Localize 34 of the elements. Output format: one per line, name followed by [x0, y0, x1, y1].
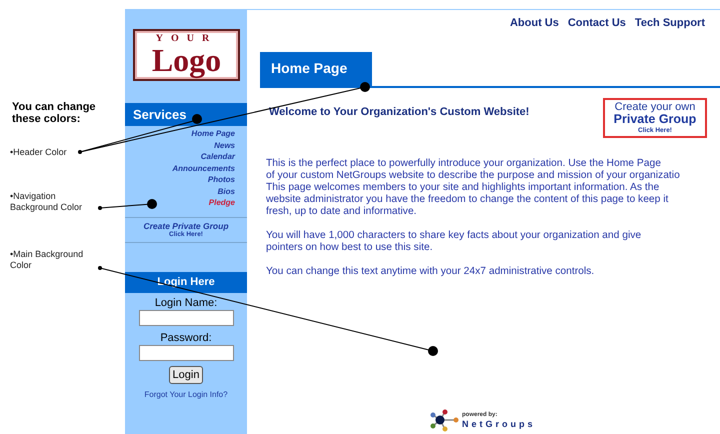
nav-link[interactable]: Pledge — [208, 198, 235, 208]
top-nav-link[interactable]: Contact Us — [568, 15, 626, 32]
login-button[interactable]: Login — [168, 366, 204, 384]
leader-line — [98, 199, 157, 210]
login-header: Login Here — [125, 272, 247, 292]
promo-title: Create Private Group — [143, 220, 229, 230]
field-label: Password: — [160, 332, 212, 344]
nav-link[interactable]: Bios — [218, 186, 235, 197]
nav-link[interactable]: Home Page — [191, 129, 235, 140]
annotation-heading: You can change these colors: — [12, 101, 97, 125]
input-field[interactable] — [138, 310, 234, 326]
promo-text: Private Group — [614, 112, 696, 126]
nav-link[interactable]: Calendar — [200, 152, 235, 162]
logo-text: YOUR — [156, 34, 218, 44]
body-paragraph: You can change this text anytime with your 24x7 administrative controls. — [266, 266, 596, 278]
top-nav-link[interactable]: About Us — [510, 15, 559, 32]
field-label: Login Name: — [154, 296, 218, 310]
promo-text: Create your own — [614, 100, 696, 112]
nav-link[interactable]: News — [214, 140, 235, 151]
nav-link[interactable]: Announcements — [172, 164, 235, 174]
annotation-label: •Main Background Color — [10, 249, 84, 271]
forgot-link[interactable]: Forgot Your Login Info? — [144, 388, 228, 400]
input-field[interactable] — [138, 344, 234, 360]
body-paragraph: This is the perfect place to powerfully introduce your organization. Use the Home Page of your custom NetGroups website to describe the purpose and mission of your organizatio This page welcomes members to your site and highlights important information. As the website administrator you have the freedom to change the content of this page to keep it fresh, up to date and informative. — [266, 158, 681, 218]
welcome-heading: Welcome to Your Organization's Custom Website! — [269, 104, 530, 120]
network-logo-icon — [430, 408, 460, 432]
nav-link[interactable]: Photos — [208, 175, 235, 186]
logo-text: Logo — [152, 44, 222, 76]
brand-name: NetGroups — [462, 419, 536, 429]
body-paragraph: You will have 1,000 characters to share key facts about your organization and give pointers on how best to use this site. — [266, 230, 642, 254]
top-nav-link[interactable]: Tech Support — [634, 15, 705, 32]
nav-header: Services — [125, 103, 247, 126]
annotation-label: •Header Color — [10, 147, 68, 158]
annotation-label: •Navigation Background Color — [10, 191, 84, 213]
